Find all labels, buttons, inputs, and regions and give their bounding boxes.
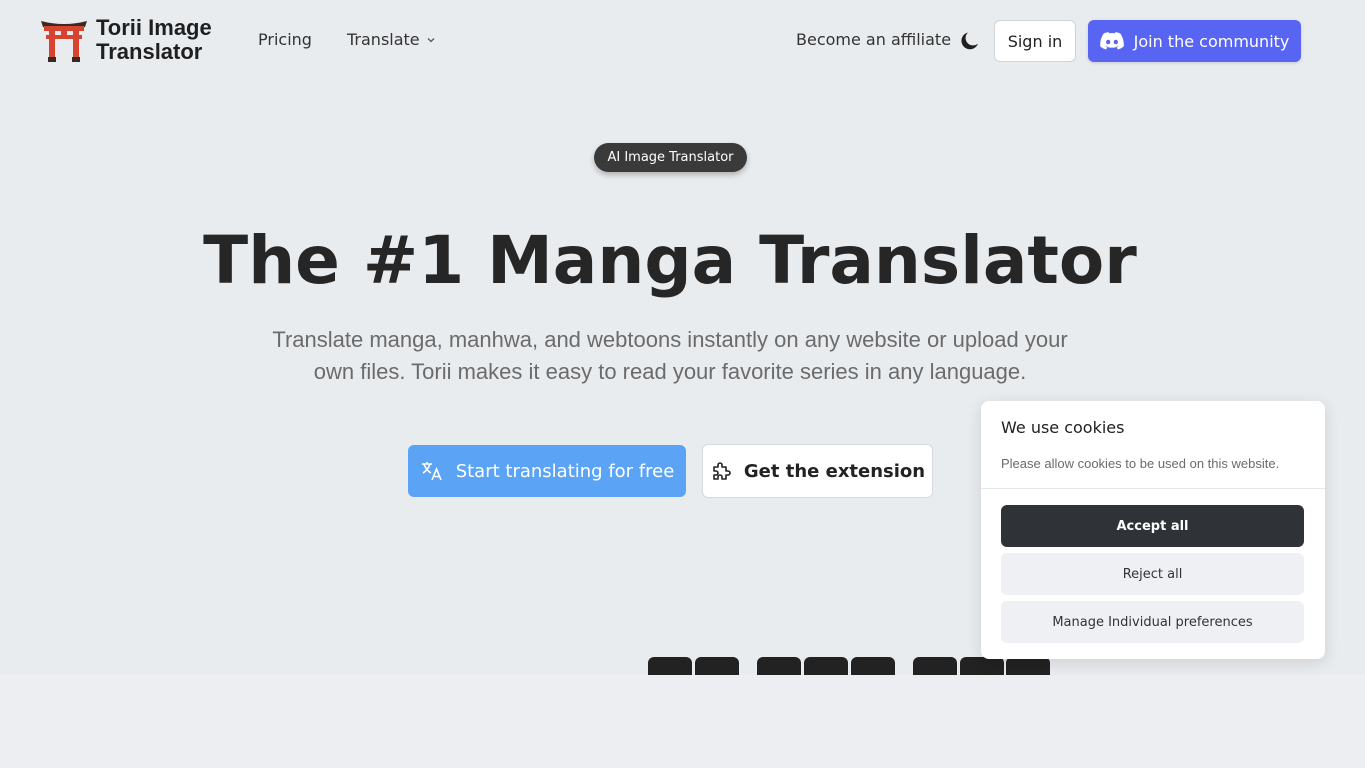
sign-in-button[interactable]: Sign in [994,20,1076,62]
logo-text: Torii Image Translator [96,16,212,64]
counter-digit [695,657,739,675]
counter-digit [757,657,801,675]
nav-translate-dropdown[interactable]: Translate [347,30,436,50]
site-header: Torii Image Translator Pricing Translate… [0,0,1365,82]
nav-translate-label: Translate [347,30,420,49]
counter-digit [913,657,957,675]
nav-affiliate[interactable]: Become an affiliate [796,30,951,50]
cookie-divider [981,488,1325,489]
counter-digit [1006,657,1050,675]
counter-digit [960,657,1004,675]
start-translating-button[interactable]: Start translating for free [408,445,686,497]
discord-icon [1099,32,1124,50]
join-community-button[interactable]: Join the community [1088,20,1301,62]
torii-gate-icon [41,21,87,62]
cookie-consent-dialog: We use cookies Please allow cookies to b… [981,401,1325,659]
puzzle-piece-icon [713,462,731,480]
chevron-down-icon [427,38,435,43]
accept-all-button[interactable]: Accept all [1001,505,1304,547]
nav-pricing[interactable]: Pricing [258,30,312,50]
counter-digit [851,657,895,675]
ai-image-translator-badge: AI Image Translator [594,143,747,172]
logo[interactable]: Torii Image Translator [40,16,212,64]
manage-preferences-button[interactable]: Manage Individual preferences [1001,601,1304,643]
counter-digit [648,657,692,675]
counter-digit [804,657,848,675]
moon-icon[interactable] [958,29,982,53]
translate-icon [421,462,442,481]
hero-title: The #1 Manga Translator [203,222,1137,299]
cookie-description: Please allow cookies to be used on this … [1001,456,1280,471]
reject-all-button[interactable]: Reject all [1001,553,1304,595]
join-community-label: Join the community [1133,31,1290,51]
start-translating-label: Start translating for free [455,460,675,482]
hero-subtitle: Translate manga, manhwa, and webtoons in… [220,324,1120,388]
lower-section-background [0,675,1365,768]
logo-line-1: Torii Image [96,15,212,40]
hero-subtitle-line-1: Translate manga, manhwa, and webtoons in… [272,327,1068,352]
logo-line-2: Translator [96,39,203,64]
get-extension-button[interactable]: Get the extension [702,444,933,498]
get-extension-label: Get the extension [743,460,926,482]
cookie-title: We use cookies [1001,418,1125,437]
hero-subtitle-line-2: own files. Torii makes it easy to read y… [313,359,1027,384]
